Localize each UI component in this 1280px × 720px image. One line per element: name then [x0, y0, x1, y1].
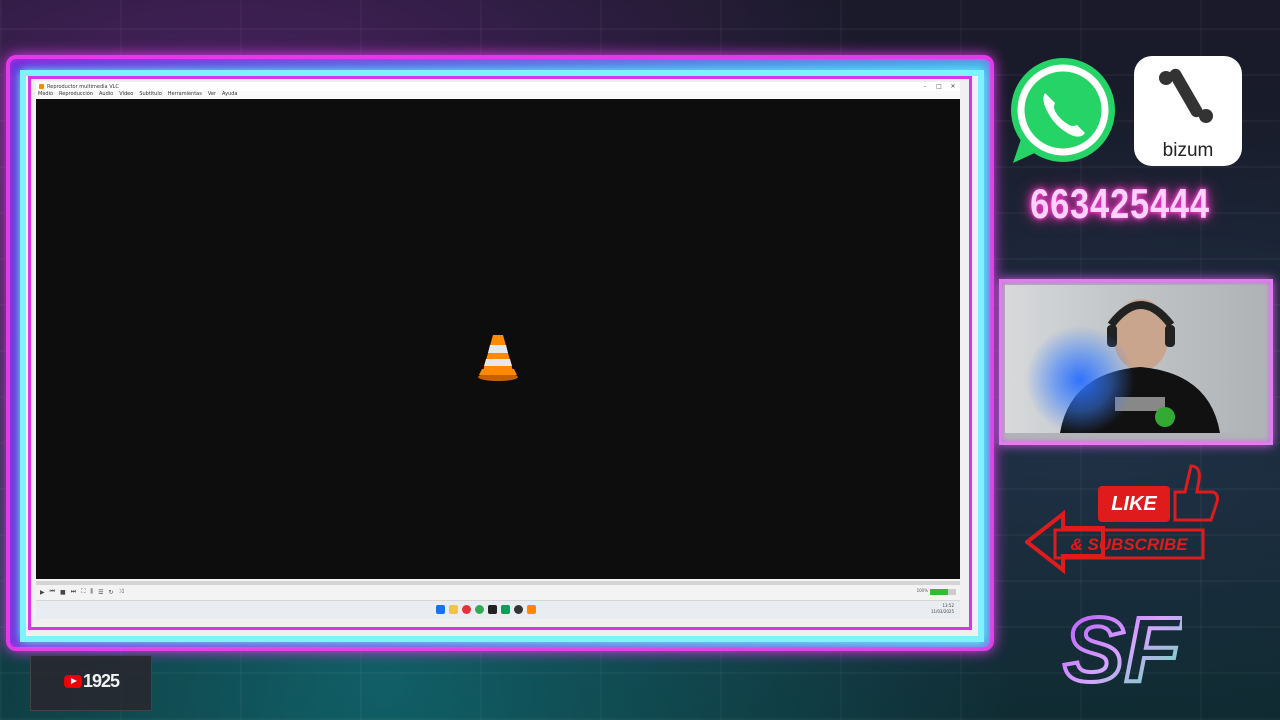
menu-subtitulo[interactable]: Subtítulo — [139, 91, 161, 99]
subscribe-label: & SUBSCRIBE — [1070, 535, 1188, 554]
file-explorer-icon[interactable] — [449, 605, 458, 614]
menu-ayuda[interactable]: Ayuda — [222, 91, 237, 99]
random-button[interactable]: ⤨ — [119, 588, 124, 596]
menu-video[interactable]: Vídeo — [119, 91, 133, 99]
vlc-window-title: Reproductor multimedia VLC — [47, 83, 119, 90]
like-label: LIKE — [1111, 493, 1157, 515]
minimize-button[interactable]: – — [918, 83, 932, 90]
chrome-icon[interactable] — [475, 605, 484, 614]
fullscreen-button[interactable]: ⛶ — [81, 588, 85, 596]
phone-number: 663425444 — [1030, 180, 1210, 227]
subscriber-counter: 1925 — [30, 655, 152, 711]
youtube-icon — [64, 675, 82, 688]
bizum-logo: bizum — [1134, 56, 1242, 166]
vlc-controls: ▶ ⏮ ■ ⏭ ⛶ ⫼ ☰ ↻ ⤨ 100% — [36, 586, 960, 598]
close-button[interactable]: ✕ — [946, 83, 960, 90]
play-button[interactable]: ▶ — [40, 589, 45, 596]
sf-logo: SF — [1062, 597, 1182, 700]
video-area[interactable] — [36, 99, 960, 579]
webcam-feed — [1005, 285, 1263, 433]
menu-ver[interactable]: Ver — [208, 91, 216, 99]
bizum-icon — [1159, 68, 1213, 123]
stop-button[interactable]: ■ — [60, 589, 66, 596]
like-subscribe-graphic: LIKE & SUBSCRIBE — [1025, 464, 1219, 575]
windows-taskbar: 13:52 11/03/2025 — [36, 600, 960, 619]
app-icon[interactable] — [501, 605, 510, 614]
obs-icon[interactable] — [514, 605, 523, 614]
maximize-button[interactable]: □ — [932, 83, 946, 90]
menu-herramientas[interactable]: Herramientas — [168, 91, 202, 99]
bizum-label: bizum — [1162, 140, 1214, 161]
windows-start-icon[interactable] — [436, 605, 445, 614]
next-button[interactable]: ⏭ — [71, 588, 76, 596]
seek-bar[interactable] — [36, 581, 960, 585]
opera-icon[interactable] — [462, 605, 471, 614]
menu-reproduccion[interactable]: Reproducción — [59, 91, 93, 99]
extended-settings-button[interactable]: ⫼ — [90, 588, 93, 596]
vlc-cone-icon — [478, 335, 518, 381]
vlc-app-icon — [39, 84, 44, 89]
subscriber-count: 1925 — [83, 671, 120, 691]
menu-audio[interactable]: Audio — [99, 91, 113, 99]
clock-date: 11/03/2025 — [930, 609, 954, 614]
whatsapp-icon — [1011, 58, 1115, 163]
volume-slider[interactable] — [930, 589, 956, 595]
menu-medio[interactable]: Medio — [38, 91, 53, 99]
vlc-titlebar: Reproductor multimedia VLC – □ ✕ — [36, 82, 960, 91]
terminal-icon[interactable] — [488, 605, 497, 614]
previous-button[interactable]: ⏮ — [50, 588, 55, 596]
vlc-window: Reproductor multimedia VLC – □ ✕ Medio R… — [36, 82, 960, 619]
vlc-taskbar-icon[interactable] — [527, 605, 536, 614]
volume-percent: 100% — [916, 588, 928, 593]
system-clock: 13:52 11/03/2025 — [931, 603, 954, 615]
loop-button[interactable]: ↻ — [108, 589, 113, 596]
playlist-button[interactable]: ☰ — [98, 589, 103, 596]
sf-label: SF — [1063, 599, 1182, 700]
